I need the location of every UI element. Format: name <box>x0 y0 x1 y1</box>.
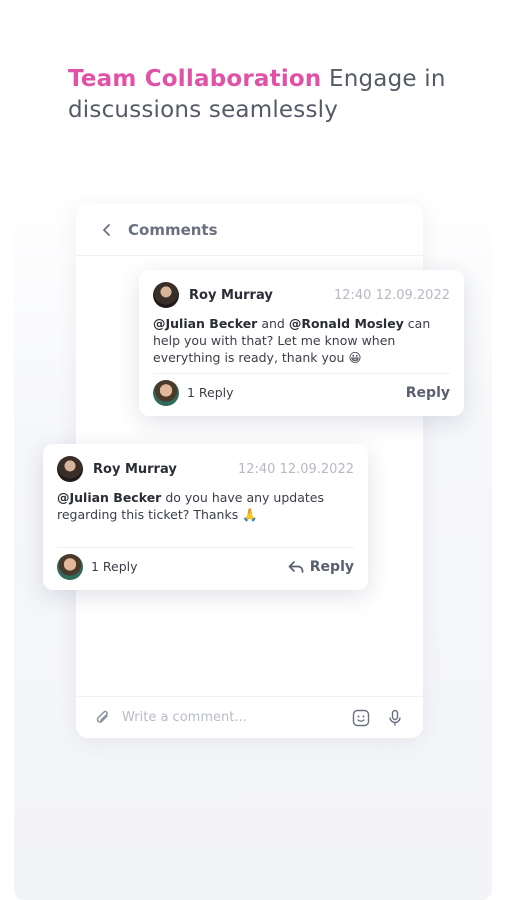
avatar <box>57 456 83 482</box>
comment-input[interactable] <box>122 710 337 725</box>
panel-header: Comments <box>76 204 423 256</box>
reply-avatar <box>57 553 83 580</box>
comment-composer <box>76 696 423 738</box>
reply-count-link[interactable]: 1 Reply <box>91 559 138 574</box>
comment-timestamp: 12:40 12.09.2022 <box>333 287 450 303</box>
comment-body: @Julian Becker do you have any updates r… <box>57 489 354 535</box>
mention[interactable]: @Julian Becker <box>57 490 161 505</box>
microphone-icon[interactable] <box>385 708 405 728</box>
reply-button[interactable]: Reply <box>288 559 354 575</box>
reply-arrow-icon <box>288 560 304 574</box>
comment-card: Roy Murray 12:40 12.09.2022 @Julian Beck… <box>139 270 464 416</box>
comment-card: Roy Murray 12:40 12.09.2022 @Julian Beck… <box>43 444 368 590</box>
comment-footer: 1 Reply Reply <box>153 373 450 411</box>
comment-footer: 1 Reply Reply <box>57 547 354 585</box>
comment-header: Roy Murray 12:40 12.09.2022 <box>57 456 354 482</box>
reply-avatar <box>153 379 179 406</box>
comment-author: Roy Murray <box>189 287 273 303</box>
comment-body: @Julian Becker and @Ronald Mosley can he… <box>153 315 450 367</box>
reply-label: Reply <box>309 558 354 575</box>
headline: Team Collaboration Engage in discussions… <box>68 64 468 126</box>
headline-accent: Team Collaboration <box>68 66 322 92</box>
paperclip-icon[interactable] <box>94 709 112 727</box>
mention[interactable]: @Julian Becker <box>153 316 257 331</box>
chevron-left-icon[interactable] <box>100 223 114 237</box>
mention[interactable]: @Ronald Mosley <box>289 316 404 331</box>
comment-author: Roy Murray <box>93 461 177 477</box>
reply-button[interactable]: Reply <box>406 385 450 401</box>
comment-text: and <box>257 316 289 331</box>
panel-title: Comments <box>128 220 218 239</box>
comment-timestamp: 12:40 12.09.2022 <box>237 461 354 477</box>
reply-count-link[interactable]: 1 Reply <box>187 385 234 400</box>
comment-header: Roy Murray 12:40 12.09.2022 <box>153 282 450 308</box>
reply-label: Reply <box>405 384 450 401</box>
avatar <box>153 282 179 308</box>
emoji-icon[interactable] <box>351 708 371 728</box>
